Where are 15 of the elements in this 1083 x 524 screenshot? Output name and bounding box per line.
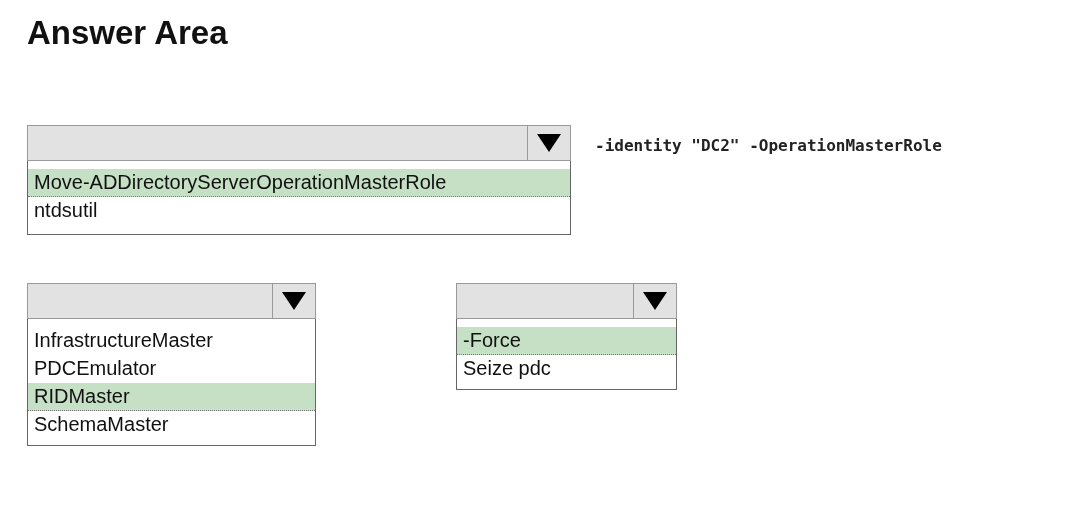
dropdown-header[interactable] [456,283,677,319]
dropdown-option[interactable]: Seize pdc [457,355,676,383]
dropdown-option[interactable]: InfrastructureMaster [28,327,315,355]
caret-icon [642,291,668,311]
dropdown-option[interactable]: ntdsutil [28,197,570,225]
caret-icon [536,133,562,153]
command-text: -identity "DC2" -OperationMasterRole [595,136,942,155]
page-title: Answer Area [27,14,229,52]
dropdown-header[interactable] [27,283,316,319]
dropdown-option[interactable]: RIDMaster [28,383,315,411]
caret-icon [281,291,307,311]
dropdown-option[interactable]: SchemaMaster [28,411,315,439]
dropdown-option[interactable]: PDCEmulator [28,355,315,383]
dropdown-option[interactable]: Move-ADDirectoryServerOperationMasterRole [28,169,570,197]
dropdown-option[interactable]: -Force [457,327,676,355]
